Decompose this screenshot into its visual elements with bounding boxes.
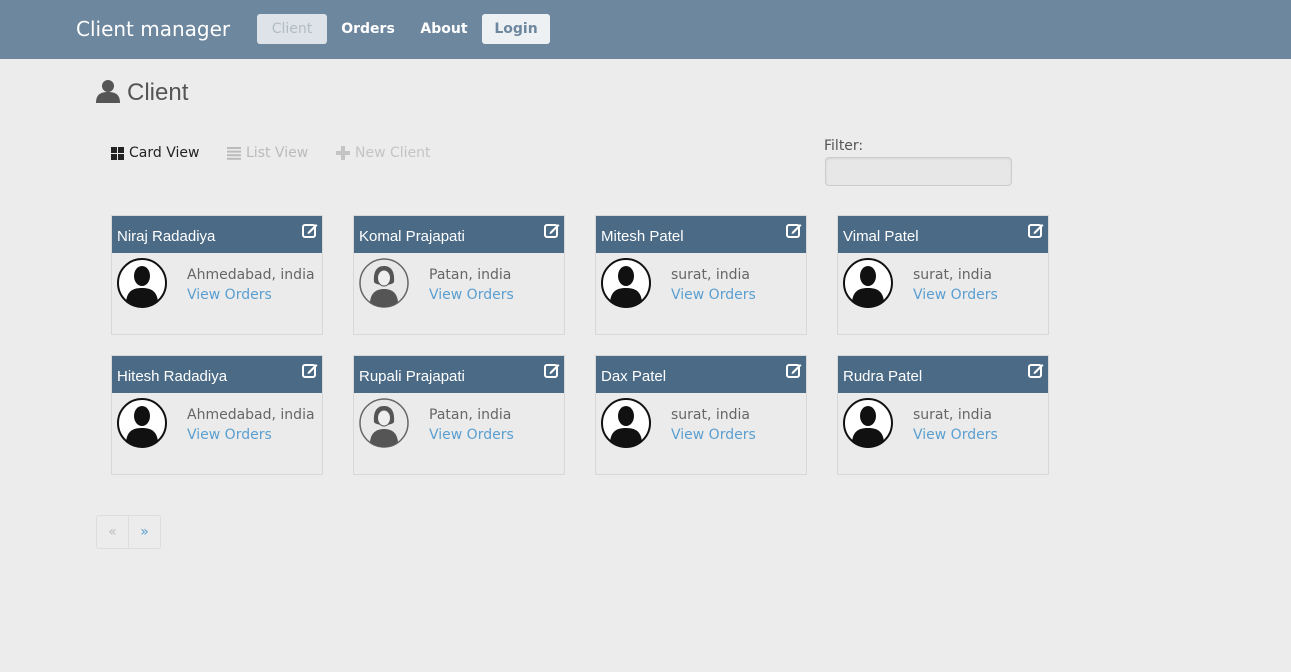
client-card-header: Niraj Radadiya	[112, 216, 322, 253]
edit-icon[interactable]	[302, 222, 318, 242]
client-card-header: Komal Prajapati	[354, 216, 564, 253]
male-avatar-icon	[117, 258, 167, 312]
client-card-body: Ahmedabad, india View Orders	[187, 405, 317, 445]
client-location: Patan, india	[429, 407, 512, 423]
pagination: « »	[96, 515, 161, 549]
client-location: surat, india	[671, 407, 751, 423]
pager-next-button[interactable]: »	[129, 516, 160, 548]
client-card-body: Patan, india View Orders	[429, 405, 559, 445]
client-name: Rupali Prajapati	[359, 368, 465, 385]
edit-icon[interactable]	[786, 222, 802, 242]
card-view-label: Card View	[129, 145, 200, 161]
edit-icon[interactable]	[1028, 362, 1044, 382]
client-card-body: Ahmedabad, india View Orders	[187, 265, 317, 305]
female-avatar-icon	[359, 398, 409, 452]
client-name: Niraj Radadiya	[117, 228, 216, 245]
view-orders-link[interactable]: View Orders	[187, 425, 317, 445]
view-orders-link[interactable]: View Orders	[429, 425, 559, 445]
client-card-header: Rupali Prajapati	[354, 356, 564, 393]
client-location: surat, india	[913, 267, 993, 283]
client-card-header: Rudra Patel	[838, 356, 1048, 393]
client-card: Rupali Prajapati Patan, india View Orders	[353, 355, 565, 475]
client-location: Ahmedabad, india	[187, 407, 315, 423]
filter-input[interactable]	[825, 157, 1012, 186]
client-card-body: surat, india View Orders	[671, 405, 801, 445]
page-title-text: Client	[127, 79, 189, 106]
client-name: Rudra Patel	[843, 368, 923, 385]
edit-icon[interactable]	[1028, 222, 1044, 242]
client-card-body: surat, india View Orders	[913, 265, 1043, 305]
new-client-label: New Client	[355, 145, 431, 161]
new-client-button[interactable]: New Client	[336, 143, 431, 163]
brand-title[interactable]: Client manager	[76, 17, 230, 41]
card-view-button[interactable]: Card View	[111, 143, 199, 163]
client-card: Dax Patel surat, india View Orders	[595, 355, 807, 475]
view-orders-link[interactable]: View Orders	[187, 285, 317, 305]
client-name: Vimal Patel	[843, 228, 919, 245]
edit-icon[interactable]	[544, 362, 560, 382]
client-location: Ahmedabad, india	[187, 267, 315, 283]
female-avatar-icon	[359, 258, 409, 312]
male-avatar-icon	[601, 398, 651, 452]
grid-icon	[111, 146, 124, 160]
client-location: surat, india	[913, 407, 993, 423]
client-name: Dax Patel	[601, 368, 667, 385]
client-location: surat, india	[671, 267, 751, 283]
client-card: Niraj Radadiya Ahmedabad, india View Order…	[111, 215, 323, 335]
client-card-body: surat, india View Orders	[913, 405, 1043, 445]
view-orders-link[interactable]: View Orders	[429, 285, 559, 305]
client-card: Rudra Patel surat, india View Orders	[837, 355, 1049, 475]
male-avatar-icon	[843, 258, 893, 312]
client-card-header: Hitesh Radadiya	[112, 356, 322, 393]
nav-about[interactable]: About	[413, 14, 475, 44]
male-avatar-icon	[117, 398, 167, 452]
view-orders-link[interactable]: View Orders	[671, 285, 801, 305]
user-icon	[95, 78, 121, 108]
male-avatar-icon	[601, 258, 651, 312]
list-view-button[interactable]: List View	[227, 143, 308, 163]
client-card-header: Dax Patel	[596, 356, 806, 393]
view-orders-link[interactable]: View Orders	[913, 285, 1043, 305]
edit-icon[interactable]	[302, 362, 318, 382]
edit-icon[interactable]	[786, 362, 802, 382]
client-name: Komal Prajapati	[359, 228, 465, 245]
client-name: Mitesh Patel	[601, 228, 684, 245]
nav-client[interactable]: Client	[257, 14, 327, 44]
edit-icon[interactable]	[544, 222, 560, 242]
client-location: Patan, india	[429, 267, 512, 283]
client-card-body: Patan, india View Orders	[429, 265, 559, 305]
top-navbar: Client manager Client Orders About Login	[0, 0, 1291, 59]
client-card: Vimal Patel surat, india View Orders	[837, 215, 1049, 335]
nav-orders[interactable]: Orders	[333, 14, 403, 44]
pager-prev-button[interactable]: «	[97, 516, 129, 548]
list-view-label: List View	[246, 145, 309, 161]
nav-login[interactable]: Login	[482, 14, 550, 44]
client-card-header: Vimal Patel	[838, 216, 1048, 253]
client-card-header: Mitesh Patel	[596, 216, 806, 253]
page-title: Client	[95, 78, 188, 108]
client-card: Hitesh Radadiya Ahmedabad, india View Orde…	[111, 355, 323, 475]
list-icon	[227, 146, 241, 160]
client-name: Hitesh Radadiya	[117, 368, 228, 385]
client-card-body: surat, india View Orders	[671, 265, 801, 305]
client-card: Komal Prajapati Patan, india View Orders	[353, 215, 565, 335]
filter-label: Filter:	[824, 138, 864, 154]
male-avatar-icon	[843, 398, 893, 452]
plus-icon	[336, 146, 350, 160]
view-orders-link[interactable]: View Orders	[671, 425, 801, 445]
view-orders-link[interactable]: View Orders	[913, 425, 1043, 445]
client-card: Mitesh Patel surat, india View Orders	[595, 215, 807, 335]
